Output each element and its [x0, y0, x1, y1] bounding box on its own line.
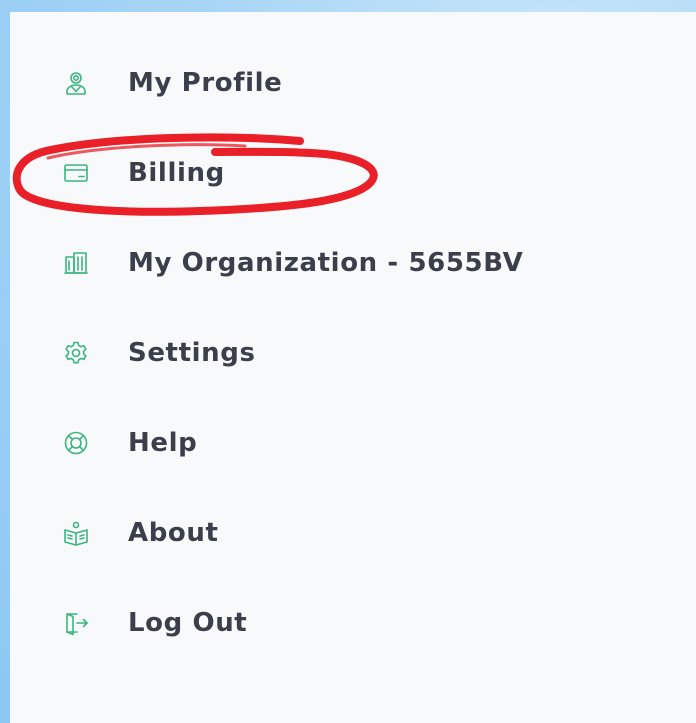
menu-item-my-organization[interactable]: My Organization - 5655BV — [62, 238, 523, 288]
menu-item-about[interactable]: About — [62, 508, 219, 558]
menu-item-settings[interactable]: Settings — [62, 328, 256, 378]
menu-item-log-out[interactable]: Log Out — [62, 598, 247, 648]
open-book-icon — [62, 519, 90, 547]
menu-item-help[interactable]: Help — [62, 418, 197, 468]
building-icon — [62, 249, 90, 277]
menu-item-my-profile[interactable]: My Profile — [62, 58, 282, 108]
menu-panel: My Profile Billing My Organization - 565… — [10, 12, 696, 723]
menu-item-label: My Organization - 5655BV — [128, 248, 524, 278]
gear-icon — [62, 339, 90, 367]
user-profile-icon — [62, 69, 90, 97]
menu-item-label: About — [128, 518, 219, 548]
menu-item-billing[interactable]: Billing — [62, 148, 225, 198]
menu-item-label: Help — [128, 428, 198, 458]
menu-item-label: Billing — [128, 158, 225, 188]
credit-card-icon — [62, 159, 90, 187]
menu-item-label: Log Out — [128, 608, 248, 638]
lifebuoy-icon — [62, 429, 90, 457]
menu-item-label: My Profile — [128, 68, 283, 98]
logout-door-icon — [62, 609, 90, 637]
menu-item-label: Settings — [128, 338, 256, 368]
